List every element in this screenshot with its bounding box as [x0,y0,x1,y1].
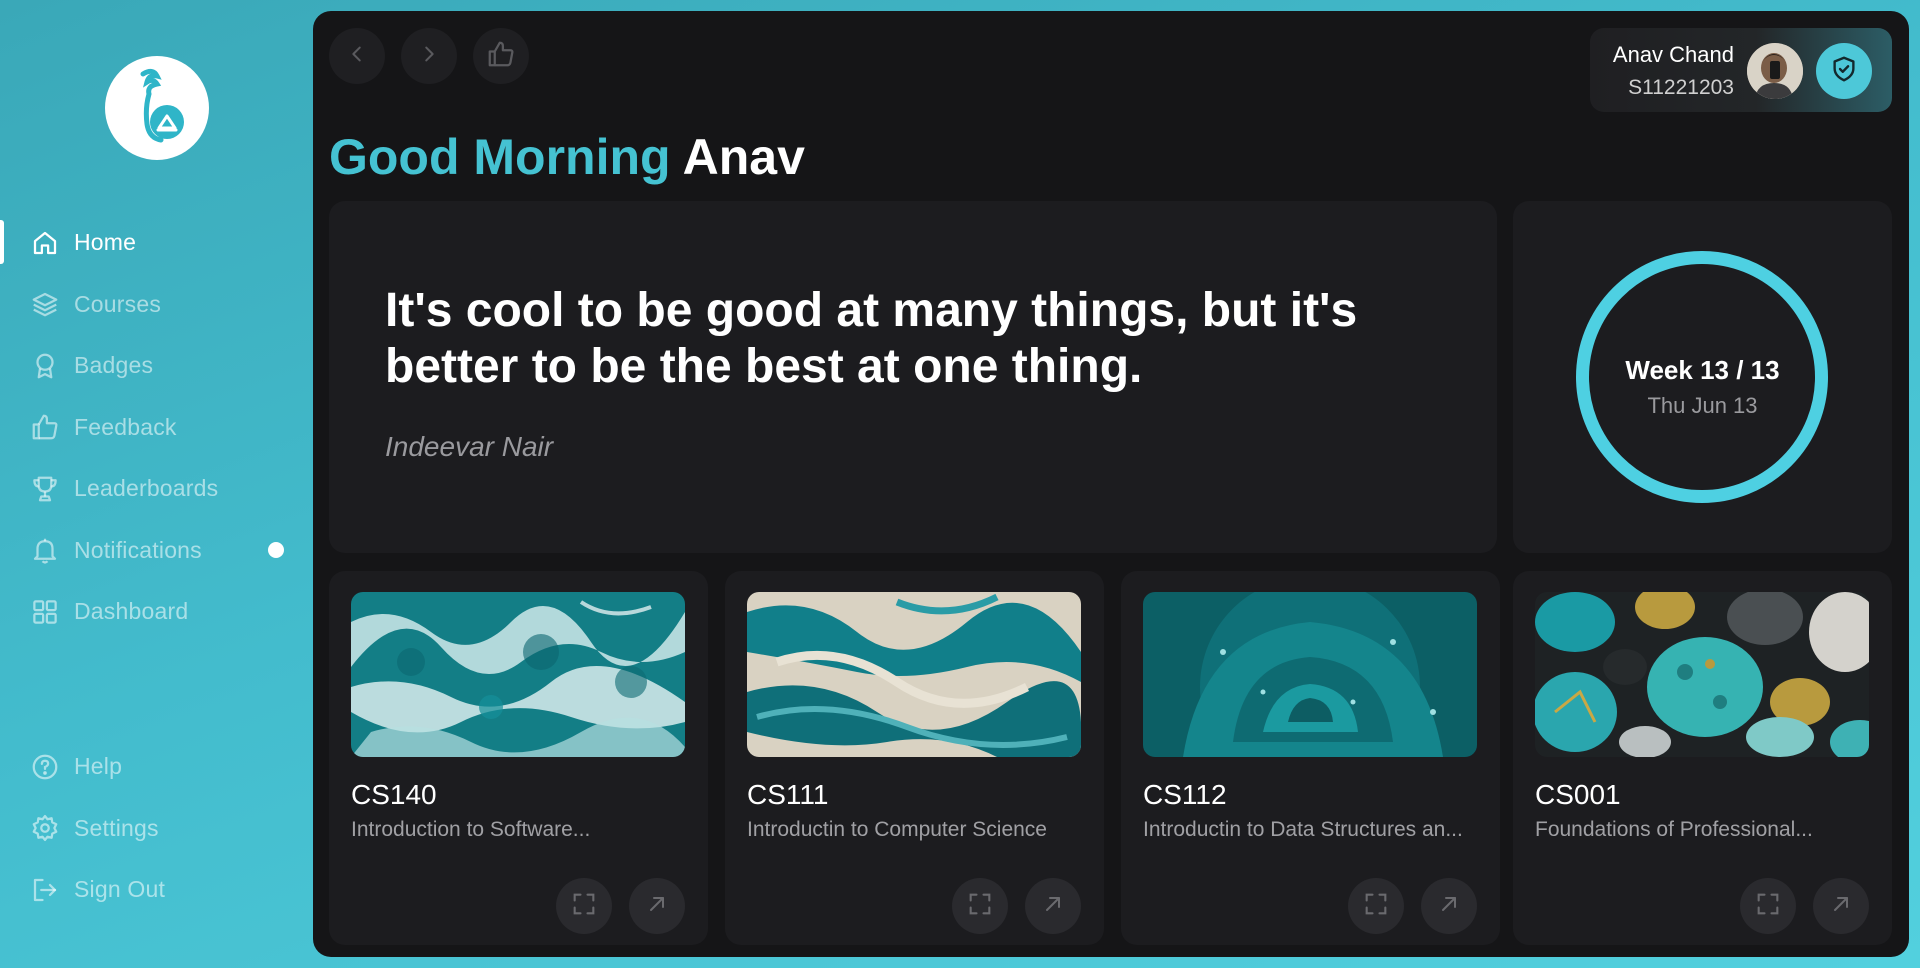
course-card-cs112[interactable]: CS112 Introductin to Data Structures an.… [1121,571,1500,945]
chevron-left-icon [346,43,368,69]
course-code: CS140 [351,779,437,810]
arrow-up-right-icon [645,892,669,920]
user-id: S11221203 [1628,76,1734,99]
marble-swirl-image [747,592,1081,757]
forward-button[interactable] [401,28,457,84]
sidebar-item-dashboard[interactable]: Dashboard [0,581,313,643]
sidebar-item-label: Courses [74,290,162,317]
chevron-right-icon [418,43,440,69]
main-panel: Anav Chand S11221203 Good Morning Anav I… [313,11,1909,957]
turquoise-stones-image [1535,592,1869,757]
expand-icon [966,890,994,922]
thumbs-up-icon [486,39,516,73]
sidebar-item-label: Notifications [74,536,202,563]
expand-button[interactable] [556,878,612,934]
course-card-cs140[interactable]: CS140 Introduction to Software... [329,571,708,945]
course-image [1143,592,1477,757]
expand-button[interactable] [1348,878,1404,934]
course-name: Introductin to Data Structures an... [1143,818,1463,841]
gear-icon [28,811,62,845]
sidebar-bottom-nav: Help Settings Sign Out [0,736,313,921]
week-date: Thu Jun 13 [1647,393,1758,418]
profile-card[interactable]: Anav Chand S11221203 [1590,28,1892,112]
greeting-name: Anav [682,129,805,185]
sidebar-item-home[interactable]: Home [0,212,313,274]
arrow-up-right-icon [1041,892,1065,920]
open-course-button[interactable] [629,878,685,934]
sidebar-item-label: Settings [74,814,159,841]
week-title: Week 13 / 13 [1625,355,1780,385]
trophy-icon [28,472,62,506]
bell-icon [28,533,62,567]
open-course-button[interactable] [1813,878,1869,934]
open-course-button[interactable] [1421,878,1477,934]
expand-button[interactable] [1740,878,1796,934]
sidebar-item-help[interactable]: Help [0,736,313,798]
sidebar-nav: Home Courses Badges Feedback Leaderboard… [0,212,313,643]
course-image [1535,592,1869,757]
course-image [351,592,685,757]
course-code: CS112 [1143,779,1227,810]
quote-card: It's cool to be good at many things, but… [329,201,1497,553]
badge-icon [28,349,62,383]
shield-check-icon [1829,54,1859,88]
course-name: Foundations of Professional... [1535,818,1813,841]
back-button[interactable] [329,28,385,84]
quote-author: Indeevar Nair [385,431,554,462]
sidebar-item-label: Leaderboards [74,475,219,502]
sidebar-item-settings[interactable]: Settings [0,798,313,860]
grid-icon [28,595,62,629]
security-button[interactable] [1816,43,1872,99]
arrow-up-right-icon [1437,892,1461,920]
greeting-prefix: Good Morning [329,129,671,185]
logo-icon [140,68,184,143]
layers-icon [28,287,62,321]
course-image [747,592,1081,757]
teal-rose-image [1143,592,1477,757]
avatar[interactable] [1747,43,1803,99]
thumbs-up-icon [28,410,62,444]
expand-icon [570,890,598,922]
sidebar-item-sign-out[interactable]: Sign Out [0,859,313,921]
course-code: CS001 [1535,779,1621,810]
course-name: Introduction to Software... [351,818,591,841]
expand-icon [1754,890,1782,922]
open-course-button[interactable] [1025,878,1081,934]
course-card-cs001[interactable]: CS001 Foundations of Professional... [1513,571,1892,945]
sidebar-item-leaderboards[interactable]: Leaderboards [0,458,313,520]
sidebar-item-label: Dashboard [74,598,189,625]
sign-out-icon [28,873,62,907]
ocean-foam-image [351,592,685,757]
course-card-cs111[interactable]: CS111 Introductin to Computer Science [725,571,1104,945]
help-icon [28,750,62,784]
week-progress-card: Week 13 / 13 Thu Jun 13 [1513,201,1892,553]
course-code: CS111 [747,779,829,810]
sidebar-item-feedback[interactable]: Feedback [0,397,313,459]
sidebar-item-notifications[interactable]: Notifications [0,520,313,582]
avatar-image [1747,43,1803,99]
sidebar-item-label: Help [74,753,123,780]
user-name: Anav Chand [1612,42,1734,67]
sidebar-item-label: Feedback [74,413,177,440]
unread-dot [268,542,284,559]
like-button[interactable] [473,28,529,84]
expand-icon [1362,890,1390,922]
home-icon [28,226,62,260]
expand-button[interactable] [952,878,1008,934]
course-name: Introductin to Computer Science [747,818,1047,841]
sidebar-item-courses[interactable]: Courses [0,274,313,336]
arrow-up-right-icon [1829,892,1853,920]
quote-text: It's cool to be good at many things, but… [385,284,1358,393]
sidebar-item-label: Home [74,229,137,256]
sidebar-item-label: Badges [74,352,154,379]
sidebar: Home Courses Badges Feedback Leaderboard… [0,0,313,968]
app-logo[interactable] [105,56,209,160]
greeting-title: Good Morning Anav [329,128,805,186]
sidebar-item-label: Sign Out [74,876,166,903]
sidebar-item-badges[interactable]: Badges [0,335,313,397]
